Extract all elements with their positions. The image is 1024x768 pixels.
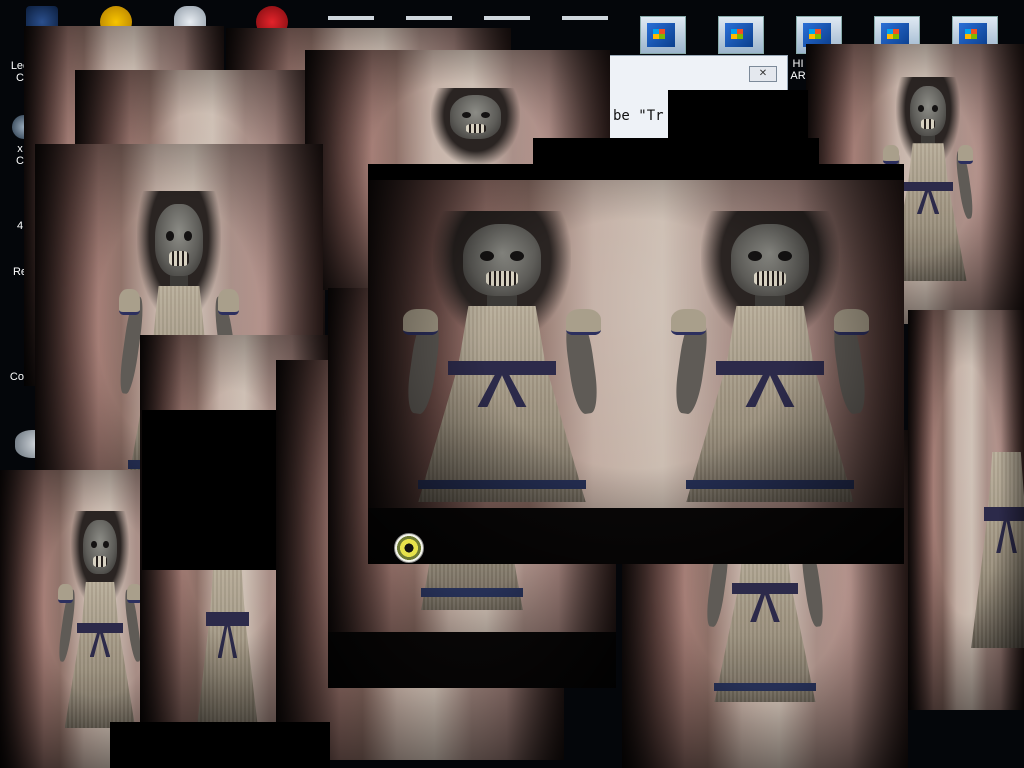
prank-photo-window[interactable] <box>908 310 1024 710</box>
top-strip-3 <box>484 16 530 20</box>
top-strip-4 <box>562 16 608 20</box>
photo-vignette <box>908 310 1024 710</box>
dialog-text: be "Tr <box>613 108 664 124</box>
top-strip-2 <box>406 16 452 20</box>
eyeball-cursor-icon <box>394 533 424 563</box>
prank-photo-window-front[interactable] <box>368 164 904 564</box>
close-button[interactable]: ✕ <box>749 66 777 82</box>
windows-app-icon-2[interactable] <box>718 16 764 54</box>
photo-vignette <box>368 164 904 564</box>
black-window[interactable] <box>142 410 276 570</box>
windows-logo-icon <box>647 23 675 47</box>
black-window[interactable] <box>110 722 330 768</box>
windows-app-icon-1[interactable] <box>640 16 686 54</box>
windows-logo-icon <box>725 23 753 47</box>
top-strip-1 <box>328 16 374 20</box>
